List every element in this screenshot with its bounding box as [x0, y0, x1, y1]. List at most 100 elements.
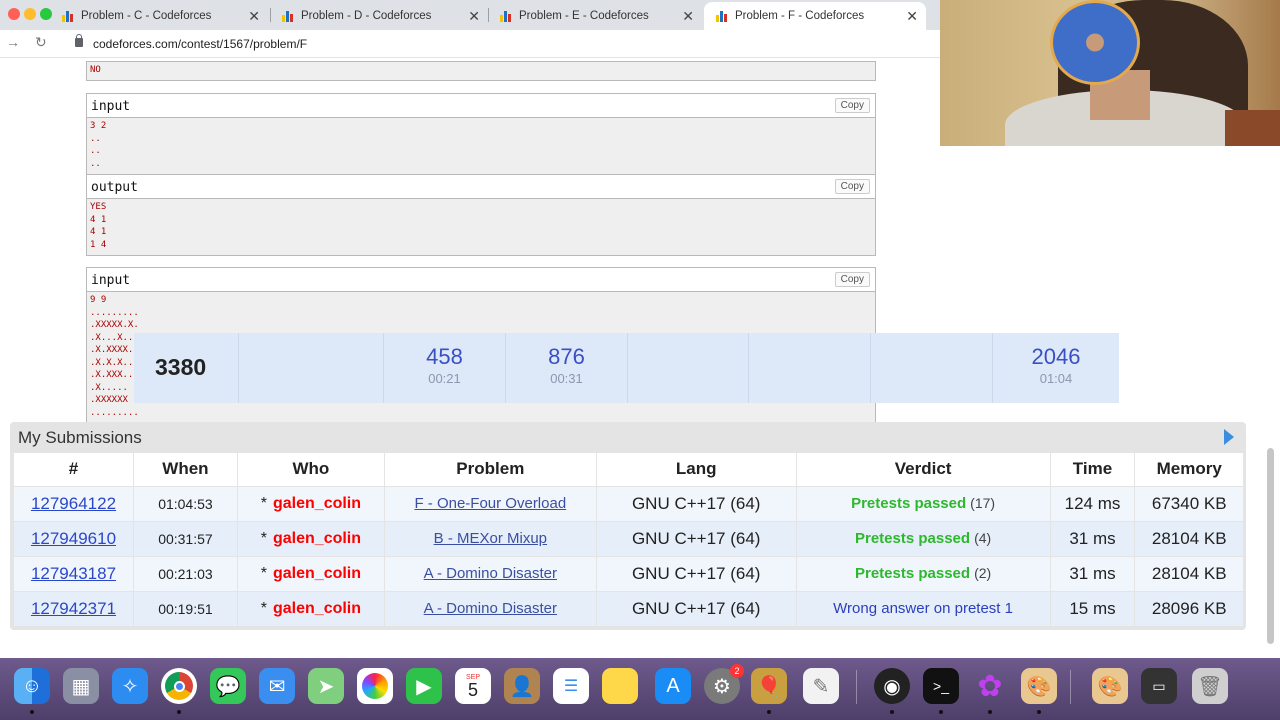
tab-title: Problem - D - Codeforces	[301, 10, 432, 22]
photos-icon[interactable]	[357, 668, 393, 704]
problem-cell	[238, 333, 383, 403]
sample-input-block: input Copy 3 2 .. .. ..	[86, 93, 876, 175]
sample-header: input Copy	[87, 268, 875, 292]
problem-link[interactable]: A - Domino Disaster	[424, 600, 557, 617]
notes-icon[interactable]	[602, 668, 638, 704]
standings-row: 3380 458 00:21 876 00:31 2046 01:04	[134, 333, 1119, 403]
star-icon: *	[260, 494, 267, 512]
calendar-icon[interactable]: SEP 5	[455, 668, 491, 704]
total-score: 3380	[155, 354, 207, 380]
system-preferences-icon[interactable]: ⚙ 2	[704, 664, 744, 704]
textedit-icon[interactable]: ✎	[803, 668, 839, 704]
mail-icon[interactable]: ✉	[259, 668, 295, 704]
copy-button[interactable]: Copy	[834, 179, 870, 194]
close-tab-icon[interactable]: ✕	[468, 8, 480, 25]
column-header: #	[13, 453, 134, 486]
close-tab-icon[interactable]: ✕	[248, 8, 260, 25]
memory-cell: 28104 KB	[1134, 555, 1243, 591]
who-cell: * galen_colin	[236, 485, 385, 521]
table-row: 127949610 00:31:57 * galen_colin B - MEXo…	[13, 520, 1243, 556]
problem-cell	[627, 333, 748, 403]
flower-app-icon[interactable]: ✿	[972, 668, 1008, 704]
tab-problem-d[interactable]: Problem - D - Codeforces ✕	[270, 2, 488, 30]
maps-icon[interactable]: ➤	[308, 668, 344, 704]
user-link[interactable]: galen_colin	[273, 600, 361, 617]
tab-problem-e[interactable]: Problem - E - Codeforces ✕	[488, 2, 702, 30]
user-link[interactable]: galen_colin	[273, 565, 361, 582]
column-header: Memory	[1134, 453, 1243, 486]
problem-cell: 876 00:31	[505, 333, 627, 403]
problem-link[interactable]: A - Domino Disaster	[424, 565, 557, 582]
problem-link[interactable]: F - One-Four Overload	[414, 495, 566, 512]
lang-cell: GNU C++17 (64)	[595, 485, 797, 521]
facetime-icon[interactable]: ▶	[406, 668, 442, 704]
app-store-icon[interactable]: A	[655, 668, 691, 704]
close-tab-icon[interactable]: ✕	[906, 8, 918, 25]
play-arrow-icon[interactable]	[1224, 429, 1234, 445]
copy-button[interactable]: Copy	[834, 98, 870, 113]
problem-time: 00:31	[550, 371, 583, 386]
forward-icon[interactable]: →	[6, 34, 20, 50]
tab-problem-c[interactable]: Problem - C - Codeforces ✕	[50, 2, 268, 30]
running-indicator	[767, 710, 771, 714]
lang-cell: GNU C++17 (64)	[595, 520, 797, 556]
sample-text: 3 2 .. .. ..	[90, 121, 107, 169]
time-cell: 31 ms	[1049, 555, 1135, 591]
user-link[interactable]: galen_colin	[273, 530, 361, 547]
test-count: (2)	[974, 564, 992, 581]
reminders-icon[interactable]: ☰	[553, 668, 589, 704]
game-icon[interactable]: 🎈	[751, 668, 787, 704]
submission-link[interactable]: 127943187	[31, 564, 116, 583]
submission-link[interactable]: 127949610	[31, 529, 116, 548]
lang-cell: GNU C++17 (64)	[595, 555, 797, 591]
lang-cell: GNU C++17 (64)	[595, 590, 797, 626]
url-field[interactable]: codeforces.com/contest/1567/problem/F	[93, 37, 307, 51]
when-cell: 00:31:57	[132, 520, 238, 556]
table-row: 127964122 01:04:53 * galen_colin F - One-…	[13, 485, 1243, 521]
sample-header: input Copy	[87, 94, 875, 118]
test-count: (4)	[974, 529, 992, 546]
submission-link[interactable]: 127964122	[31, 494, 116, 513]
codeforces-favicon-icon	[282, 10, 293, 22]
problem-points: 458	[426, 344, 463, 369]
paint2-icon[interactable]: 🎨	[1092, 668, 1128, 704]
chrome-icon[interactable]	[161, 668, 197, 704]
who-cell: * galen_colin	[236, 555, 385, 591]
problem-link[interactable]: B - MEXor Mixup	[434, 530, 547, 547]
close-tab-icon[interactable]: ✕	[682, 8, 694, 25]
codeforces-favicon-icon	[716, 10, 727, 22]
launchpad-icon[interactable]: ▦	[63, 668, 99, 704]
paint-icon[interactable]: 🎨	[1021, 668, 1057, 704]
page-scrollbar[interactable]	[1267, 448, 1274, 644]
sample-output-block: output Copy YES 4 1 4 1 1 4	[86, 174, 876, 256]
submission-link[interactable]: 127942371	[31, 599, 116, 618]
finder-icon[interactable]: ☺	[14, 668, 50, 704]
messages-icon[interactable]: 💬	[210, 668, 246, 704]
tab-problem-f[interactable]: Problem - F - Codeforces ✕	[704, 2, 926, 30]
verdict-cell: Pretests passed (2)	[795, 555, 1051, 591]
minimize-window-icon[interactable]	[24, 8, 36, 20]
who-cell: * galen_colin	[236, 590, 385, 626]
problem-cell: A - Domino Disaster	[383, 590, 597, 626]
safari-icon[interactable]: ✧	[112, 668, 148, 704]
problem-cell: F - One-Four Overload	[383, 485, 597, 521]
problem-points: 876	[548, 344, 585, 369]
trash-icon[interactable]: 🗑	[1192, 668, 1228, 704]
calendar-day: 5	[467, 679, 478, 700]
column-header: When	[132, 453, 238, 486]
copy-button[interactable]: Copy	[834, 272, 870, 287]
tab-title: Problem - E - Codeforces	[519, 10, 649, 22]
terminal-icon[interactable]: >_	[923, 668, 959, 704]
running-indicator	[939, 710, 943, 714]
contacts-icon[interactable]: 👤	[504, 668, 540, 704]
close-window-icon[interactable]	[8, 8, 20, 20]
user-link[interactable]: galen_colin	[273, 495, 361, 512]
memory-cell: 28096 KB	[1134, 590, 1243, 626]
time-cell: 15 ms	[1049, 590, 1135, 626]
screenshot-icon[interactable]: ▭	[1141, 668, 1177, 704]
running-indicator	[988, 710, 992, 714]
obs-icon[interactable]: ◉	[874, 668, 910, 704]
reload-icon[interactable]: ↻	[35, 34, 47, 51]
problem-points: 2046	[1031, 344, 1081, 369]
problem-cell	[870, 333, 992, 403]
